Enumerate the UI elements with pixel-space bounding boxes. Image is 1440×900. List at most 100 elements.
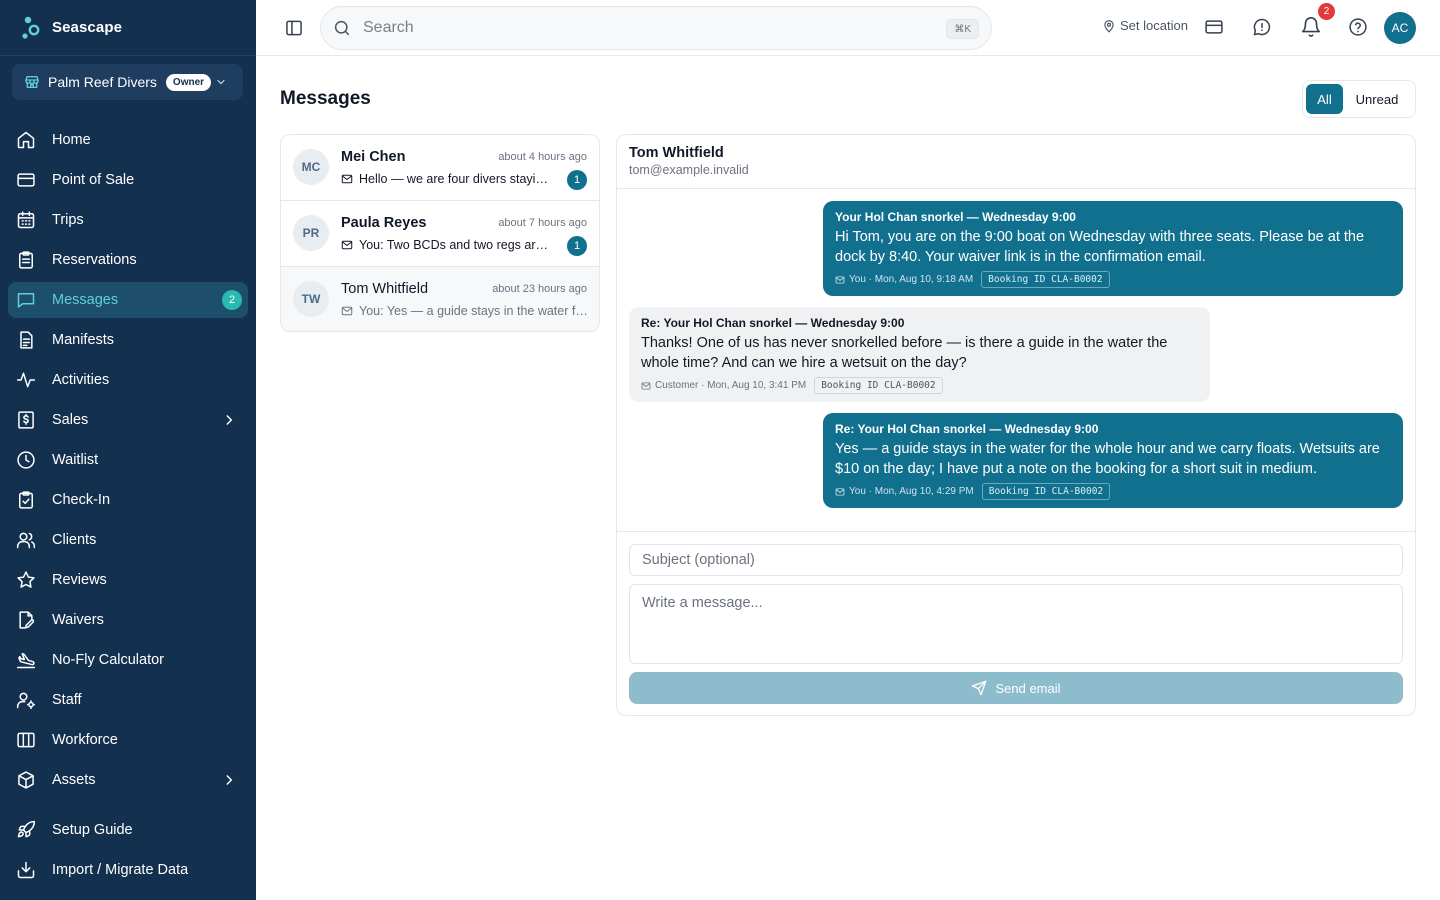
compose-divider — [617, 531, 1415, 532]
user-cog-icon — [16, 692, 36, 710]
sidebar-item-activities[interactable]: Activities — [8, 362, 248, 398]
mail-icon — [641, 381, 651, 390]
sidebar-item-import-migrate[interactable]: Import / Migrate Data — [8, 852, 248, 888]
org-switcher[interactable]: Palm Reef Divers Owner — [12, 64, 243, 100]
booking-id-chip[interactable]: Booking ID CLA-B0002 — [814, 377, 943, 394]
set-location-button[interactable]: Set location — [1102, 18, 1188, 33]
conversation-item[interactable]: MC Mei Chen about 4 hours ago Hello — we… — [281, 135, 599, 201]
booking-id-chip[interactable]: Booking ID CLA-B0002 — [981, 271, 1110, 288]
sidebar-item-home[interactable]: Home — [8, 122, 248, 158]
user-avatar[interactable]: AC — [1384, 12, 1416, 44]
bell-icon[interactable] — [1300, 16, 1322, 38]
message-subject: Your Hol Chan snorkel — Wednesday 9:00 — [835, 210, 1076, 224]
message-meta: You · Mon, Aug 10, 9:18 AM Booking ID CL… — [835, 271, 1391, 288]
mail-icon — [835, 487, 845, 496]
sidebar-item-trips[interactable]: Trips — [8, 202, 248, 238]
search-bar[interactable]: ⌘K — [320, 6, 992, 50]
message-meta: You · Mon, Aug 10, 4:29 PM Booking ID CL… — [835, 483, 1391, 500]
sidebar-item-messages[interactable]: Messages 2 — [8, 282, 248, 318]
sidebar-item-setup-guide[interactable]: Setup Guide — [8, 812, 248, 848]
sidebar-item-assets[interactable]: Assets — [8, 762, 248, 798]
sidebar-item-label: Waivers — [52, 612, 104, 628]
sidebar-item-label: Sales — [52, 412, 89, 428]
box-icon — [18, 771, 34, 789]
sidebar-item-label: Activities — [52, 372, 110, 388]
sidebar-item-label: Clients — [52, 532, 97, 548]
booking-id-label: Booking ID — [988, 486, 1046, 497]
card-reader-icon[interactable] — [1204, 17, 1224, 37]
plane-landing-icon — [16, 653, 36, 669]
send-email-button[interactable]: Send email — [629, 672, 1403, 704]
sidebar-item-label: Staff — [52, 692, 82, 708]
sidebar-item-point-of-sale[interactable]: Point of Sale — [8, 162, 248, 198]
booking-id-label: Booking ID — [988, 274, 1046, 285]
role-badge: Owner — [165, 73, 212, 91]
import-icon — [17, 861, 35, 879]
brand[interactable]: Seascape — [0, 0, 256, 56]
help-icon[interactable] — [1348, 17, 1368, 37]
columns-icon — [17, 732, 35, 748]
conversation-list: MC Mei Chen about 4 hours ago Hello — we… — [280, 134, 600, 332]
conversation-time: about 7 hours ago — [498, 217, 587, 229]
sidebar-nav: Home Point of Sale Trips Reservations Me… — [8, 122, 248, 802]
sidebar-item-label: Reservations — [52, 252, 137, 268]
app-name: Seascape — [52, 19, 123, 36]
sidebar-item-waivers[interactable]: Waivers — [8, 602, 248, 638]
message-thread: Tom Whitfield tom@example.invalid Your H… — [616, 134, 1416, 716]
sidebar-item-waitlist[interactable]: Waitlist — [8, 442, 248, 478]
unread-count-badge: 1 — [567, 236, 587, 256]
conversation-time: about 4 hours ago — [498, 151, 587, 163]
sidebar-item-reservations[interactable]: Reservations — [8, 242, 248, 278]
star-icon — [17, 571, 35, 588]
message-body: Thanks! One of us has never snorkelled b… — [641, 335, 1168, 371]
store-icon — [25, 76, 39, 88]
conversation-item[interactable]: PR Paula Reyes about 7 hours ago You: Tw… — [281, 201, 599, 267]
messages-count-badge: 2 — [222, 290, 242, 310]
feedback-icon[interactable] — [1252, 17, 1272, 37]
conversation-item-selected[interactable]: TW Tom Whitfield about 23 hours ago You:… — [281, 267, 599, 331]
sidebar-toggle-icon[interactable] — [284, 18, 304, 38]
sidebar-item-no-fly-calculator[interactable]: No-Fly Calculator — [8, 642, 248, 678]
sidebar-item-label: Messages — [52, 292, 119, 308]
sidebar-item-workforce[interactable]: Workforce — [8, 722, 248, 758]
search-icon — [334, 20, 350, 36]
clipboard-icon — [19, 251, 33, 269]
notification-count-badge: 2 — [1318, 3, 1335, 20]
sidebar-item-check-in[interactable]: Check-In — [8, 482, 248, 518]
sidebar-item-label: Reviews — [52, 572, 107, 588]
sidebar-item-clients[interactable]: Clients — [8, 522, 248, 558]
send-icon — [972, 680, 987, 696]
filter-unread-button[interactable]: Unread — [1343, 84, 1411, 114]
outgoing-message: Re: Your Hol Chan snorkel — Wednesday 9:… — [823, 413, 1403, 508]
preview-text: You: Yes — a guide stays in the water fo… — [359, 304, 589, 318]
chevron-right-icon — [226, 415, 233, 425]
sidebar: Seascape Palm Reef Divers Owner Home Poi… — [0, 0, 256, 900]
chevron-right-icon — [226, 775, 233, 785]
message-subject: Re: Your Hol Chan snorkel — Wednesday 9:… — [835, 422, 1099, 436]
sidebar-item-reviews[interactable]: Reviews — [8, 562, 248, 598]
preview-text: Hello — we are four divers staying at th… — [359, 172, 551, 186]
sidebar-item-manifests[interactable]: Manifests — [8, 322, 248, 358]
preview-text: You: Two BCDs and two regs are reserved … — [359, 238, 551, 252]
search-input[interactable] — [363, 19, 923, 37]
booking-id-value: CLA-B0002 — [1051, 274, 1103, 285]
message-field[interactable] — [629, 584, 1403, 664]
thread-header: Tom Whitfield tom@example.invalid — [617, 135, 1415, 189]
sidebar-item-staff[interactable]: Staff — [8, 682, 248, 718]
seascape-logo-icon — [22, 16, 40, 39]
message-sender: Customer — [655, 380, 699, 391]
message-subject: Re: Your Hol Chan snorkel — Wednesday 9:… — [641, 316, 905, 330]
message-body: Yes — a guide stays in the water for the… — [835, 441, 1380, 477]
filter-all-button[interactable]: All — [1306, 84, 1343, 114]
sidebar-item-label: Manifests — [52, 332, 115, 348]
subject-field[interactable] — [629, 544, 1403, 576]
sidebar-item-label: Import / Migrate Data — [52, 862, 189, 878]
users-icon — [16, 532, 36, 549]
home-icon — [17, 131, 35, 149]
sidebar-item-label: Setup Guide — [52, 822, 133, 838]
booking-id-chip[interactable]: Booking ID CLA-B0002 — [981, 483, 1111, 500]
clock-icon — [17, 451, 35, 469]
sidebar-item-sales[interactable]: Sales — [8, 402, 248, 438]
sidebar-item-label: Trips — [52, 212, 84, 228]
rocket-icon — [17, 820, 36, 838]
